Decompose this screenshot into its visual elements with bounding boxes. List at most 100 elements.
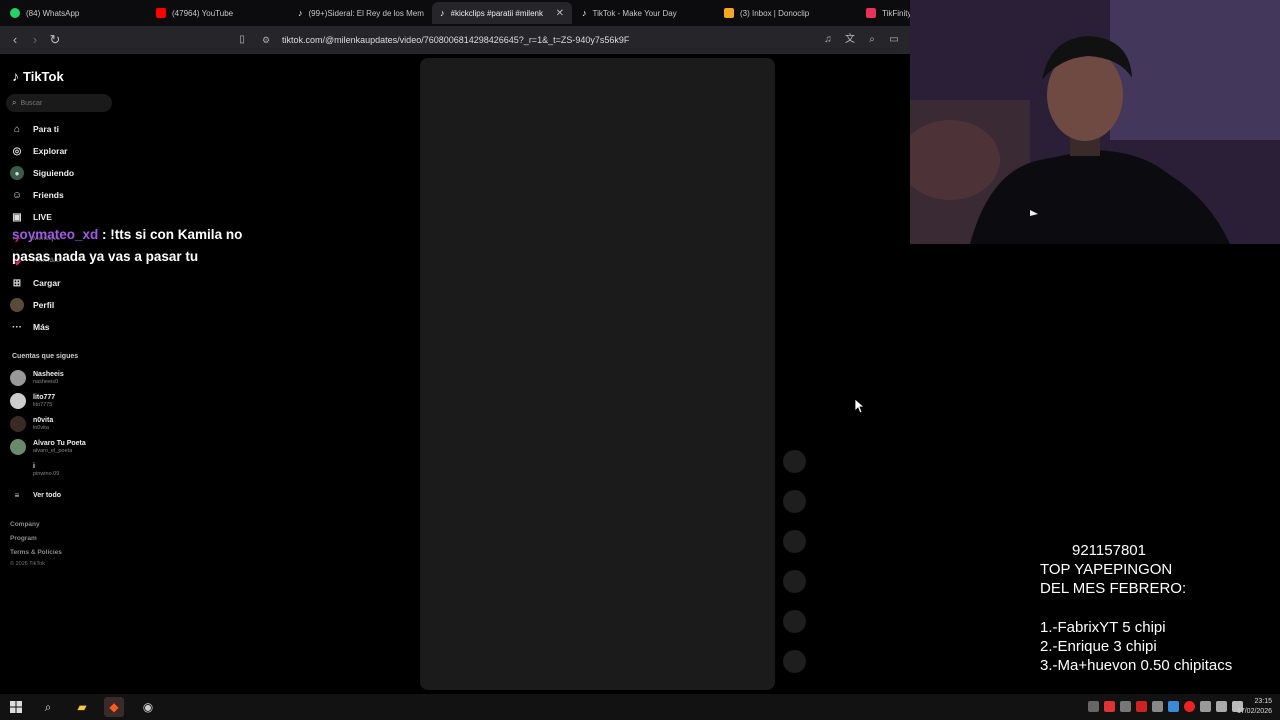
following-icon: ● [10,166,24,180]
share-button[interactable] [783,570,806,593]
tray-app-icon[interactable] [1200,701,1211,712]
tab-sideral[interactable]: ♪ (99+)Sideral: El Rey de los Mem [290,2,430,24]
nav-cargar[interactable]: ⊞ Cargar [10,274,61,292]
account-name: Alvaro Tu Poeta [33,439,86,447]
browser-address-bar: ‹ › ↻ ▯ ⚙ tiktok.com/@milenkaupdates/vid… [0,26,910,54]
forward-icon[interactable]: › [26,31,44,49]
nav-label: LIVE [33,212,52,222]
account-handle: nasheeis0 [33,378,59,385]
nav-perfil[interactable]: Perfil [10,296,54,314]
url-field[interactable]: ⚙ tiktok.com/@milenkaupdates/video/76080… [256,30,906,50]
search-icon[interactable]: ⌕ [38,697,58,717]
footer-program-link[interactable]: Program [10,535,37,542]
video-player[interactable] [420,58,775,690]
zoom-icon[interactable]: ⌕ [864,31,880,49]
home-icon: ⌂ [13,123,21,135]
followed-account[interactable]: Alvaro Tu Poeta alvaro_el_poeta [10,439,86,455]
repost-button[interactable] [783,610,806,633]
donation-rank-2: 2.-Enrique 3 chipi [1040,637,1157,655]
tab-kickclips[interactable]: ♪ #kickclips #paratii #milenk ✕ [432,2,572,24]
following-section-title: Cuentas que sigues [12,353,79,360]
tiktok-page: ♪ TikTok ⌕ ⌂ Para ti ◎ Explorar ● Siguie… [0,54,910,694]
comment-button[interactable] [783,490,806,513]
account-handle: alvaro_el_poeta [33,447,73,454]
nav-label: Friends [33,190,64,200]
search-icon: ⌕ [12,98,17,107]
account-name: lito777 [33,393,56,401]
clock-time: 23:15 [1254,698,1272,705]
network-icon[interactable] [1216,701,1227,712]
avatar [10,462,26,478]
followed-account[interactable]: lito777 lito7775 [10,393,55,409]
account-handle: lito7775 [33,401,53,408]
tiktok-icon: ♪ [582,8,587,18]
whatsapp-icon [10,8,20,18]
tiktok-logo[interactable]: ♪ TikTok [12,68,64,84]
site-settings-icon[interactable]: ⚙ [262,35,270,46]
nav-para-ti[interactable]: ⌂ Para ti [10,120,59,138]
tray-app-icon[interactable] [1120,701,1131,712]
tab-youtube[interactable]: (47964) YouTube [148,2,288,24]
donoclip-icon [724,8,734,18]
donation-overlay: 921157801 TOP YAPEPINGON DEL MES FEBRERO… [1040,541,1232,675]
tab-label: (3) Inbox | Donoclip [740,8,810,18]
nav-siguiendo[interactable]: ● Siguiendo [10,164,74,182]
tray-app-icon[interactable] [1104,701,1115,712]
search-box[interactable]: ⌕ [6,94,112,112]
tray-telegram-icon[interactable] [1168,701,1179,712]
tab-whatsapp[interactable]: (84) WhatsApp [2,2,148,24]
like-button[interactable] [783,450,806,473]
upload-icon: ⊞ [12,277,22,289]
obs-icon[interactable]: ◉ [138,697,158,717]
tikfinity-icon [866,8,876,18]
tray-record-icon[interactable] [1184,701,1195,712]
bookmark-icon[interactable]: ▯ [233,31,251,49]
bookmark-button[interactable] [783,530,806,553]
account-name: n0vita [33,416,54,424]
nav-friends[interactable]: ☺ Friends [10,186,64,204]
live-icon: ▣ [12,211,22,223]
taskbar-clock[interactable]: 23:15 17/02/2026 [1237,697,1272,717]
translate-icon[interactable]: 文 [842,31,858,49]
logo-text: TikTok [23,68,64,84]
tray-discord-icon[interactable] [1088,701,1099,712]
donation-phone: 921157801 [1072,542,1146,559]
nav-label: Explorar [33,146,68,156]
footer-company-link[interactable]: Company [10,521,40,528]
see-all-button[interactable]: ≡ Ver todo [10,486,61,504]
tab-tiktok[interactable]: ♪ TikTok - Make Your Day [574,2,714,24]
sound-button[interactable] [783,650,806,673]
taskbar: ⌕ ▰ ◆ ◉ 23:15 17/02/2026 [0,694,1280,720]
search-input[interactable] [20,99,101,107]
tiktok-logo-icon: ♪ [12,68,19,84]
avatar [10,439,26,455]
back-icon[interactable]: ‹ [6,31,24,49]
followed-account[interactable]: i pinwino.09 [10,462,59,478]
nav-label: Cargar [33,278,61,288]
tab-label: TikTok - Make Your Day [592,8,677,18]
nav-explorar[interactable]: ◎ Explorar [10,142,68,160]
avatar [10,416,26,432]
close-tab-icon[interactable]: ✕ [556,8,564,19]
nav-mas[interactable]: ··· Más [10,318,50,336]
tab-tikfinity[interactable]: TikFinity [858,2,910,24]
copyright: © 2026 TikTok [10,561,45,567]
media-icon[interactable]: ♫ [820,31,836,49]
file-explorer-icon[interactable]: ▰ [72,697,92,717]
tray-app-icon[interactable] [1152,701,1163,712]
tray-app-icon[interactable] [1136,701,1147,712]
windows-start-icon[interactable] [6,697,26,717]
cast-icon[interactable]: ▭ [886,31,902,49]
account-name: Nasheeis [33,370,64,378]
followed-account[interactable]: n0vita in0vita [10,416,53,432]
reload-icon[interactable]: ↻ [46,31,64,49]
footer-terms-link[interactable]: Terms & Policies [10,549,62,556]
nav-label: Siguiendo [33,168,75,178]
list-icon: ≡ [14,490,20,500]
donation-title-line2: DEL MES FEBRERO: [1040,580,1187,598]
chat-username: soymateo_xd [12,227,99,242]
tab-donoclip[interactable]: (3) Inbox | Donoclip [716,2,856,24]
followed-account[interactable]: Nasheeis nasheeis0 [10,370,64,386]
clock-date: 17/02/2026 [1236,708,1272,715]
brave-browser-icon[interactable]: ◆ [104,697,124,717]
